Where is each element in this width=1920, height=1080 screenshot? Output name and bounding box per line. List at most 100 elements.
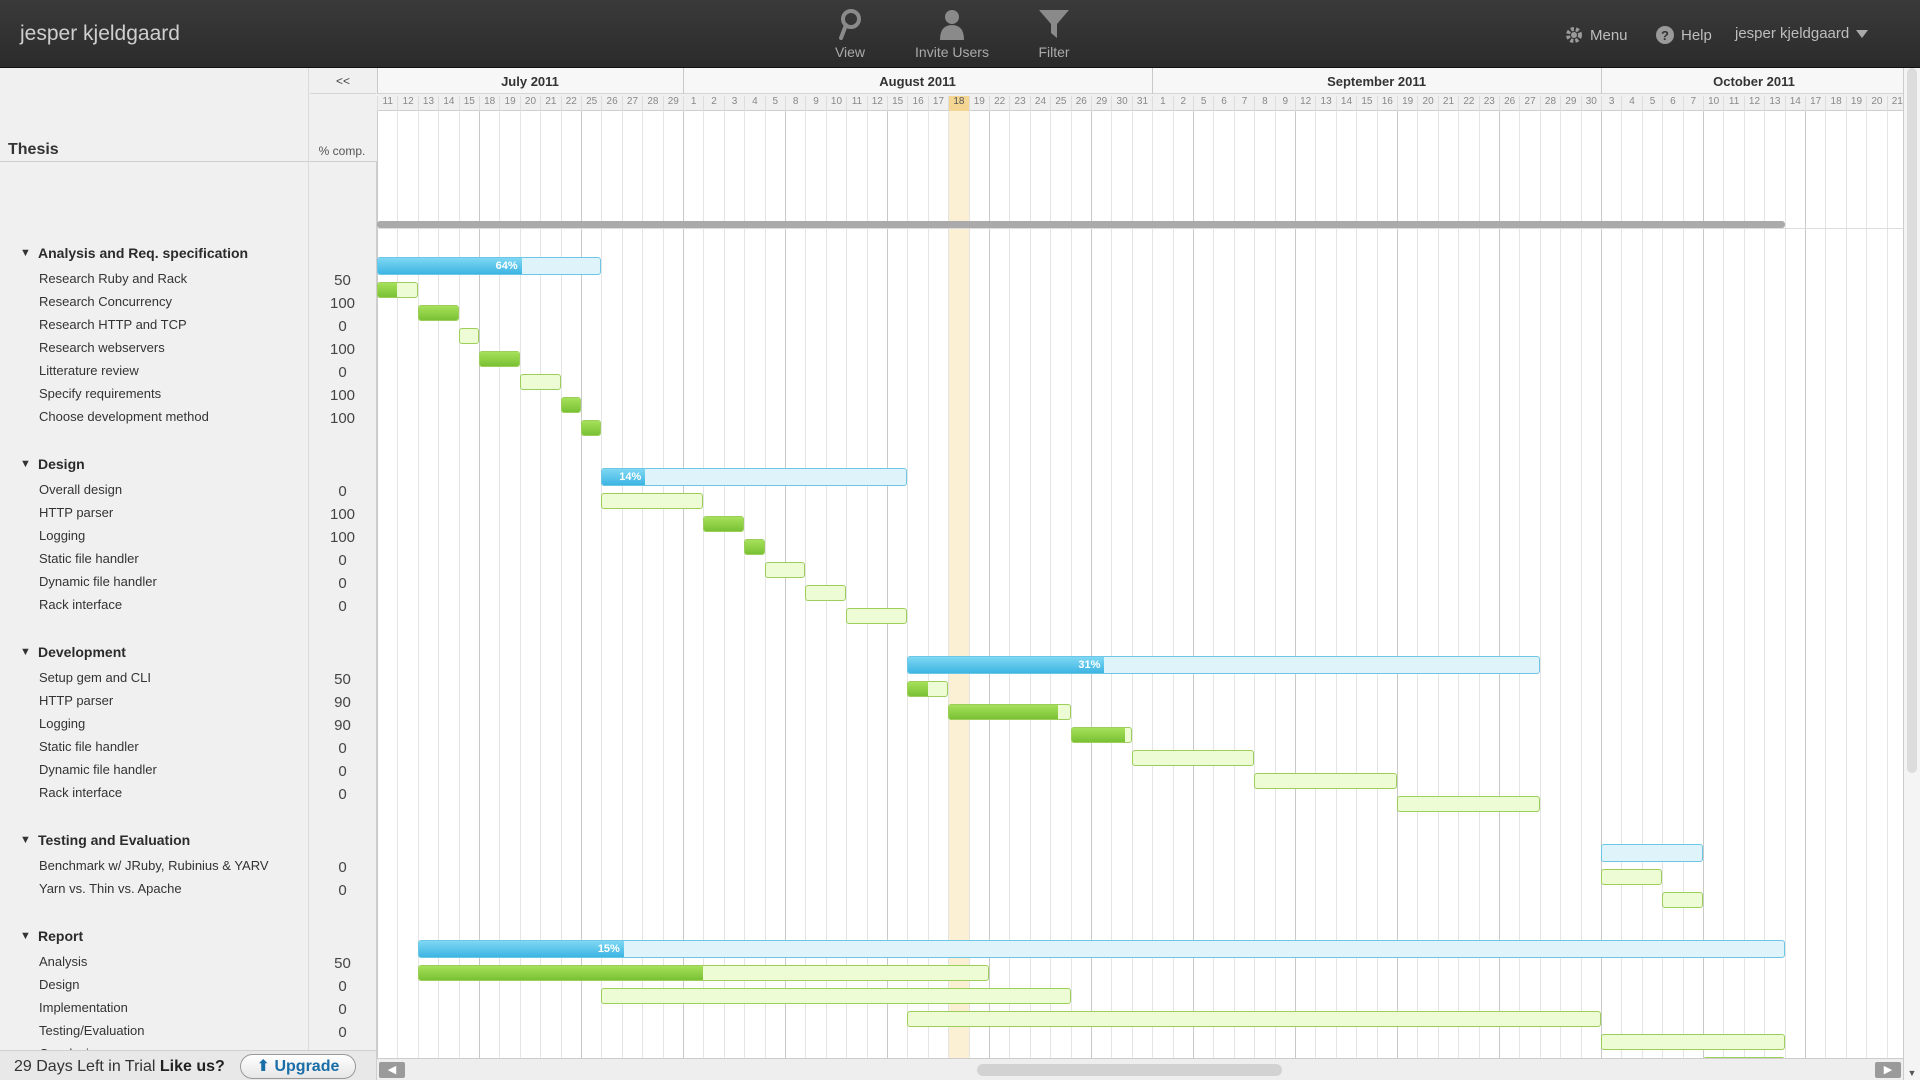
task-group-row[interactable]: ▼ Analysis and Req. specification — [0, 243, 376, 266]
menu-label: Menu — [1590, 26, 1628, 44]
day-label: 6 — [1213, 96, 1233, 111]
task-bar[interactable] — [744, 539, 765, 555]
task-row[interactable]: Analysis 50 — [0, 951, 376, 974]
task-row[interactable]: Dynamic file handler 0 — [0, 759, 376, 782]
upgrade-label: Upgrade — [274, 1058, 340, 1075]
task-bar[interactable] — [581, 420, 602, 436]
upgrade-button[interactable]: ⬆ Upgrade — [240, 1054, 356, 1079]
task-row[interactable]: Static file handler 0 — [0, 548, 376, 571]
filter-button[interactable]: Filter — [1004, 8, 1104, 60]
task-row[interactable]: Rack interface 0 — [0, 782, 376, 805]
task-row[interactable]: Choose development method 100 — [0, 406, 376, 429]
task-bar[interactable] — [805, 585, 847, 601]
task-row[interactable]: Design 0 — [0, 974, 376, 997]
grid-line — [601, 111, 603, 1080]
task-bar[interactable] — [377, 282, 418, 298]
task-row[interactable]: Static file handler 0 — [0, 736, 376, 759]
day-label: 19 — [968, 96, 989, 111]
task-bar[interactable] — [1397, 796, 1540, 812]
day-label: 18 — [948, 96, 969, 111]
task-bar[interactable] — [417, 965, 989, 981]
grid-line — [703, 111, 705, 1080]
task-bar[interactable] — [846, 608, 908, 624]
group-summary-bar[interactable] — [1601, 844, 1703, 862]
task-bar[interactable] — [601, 988, 1071, 1004]
task-bar[interactable] — [907, 1011, 1601, 1027]
task-name: Analysis — [39, 954, 88, 969]
task-row[interactable]: Specify requirements 100 — [0, 383, 376, 406]
view-button[interactable]: View — [800, 8, 900, 60]
task-name: Research webservers — [39, 340, 165, 355]
task-row[interactable]: Research Concurrency 100 — [0, 291, 376, 314]
collapse-triangle-icon[interactable]: ▼ — [20, 834, 31, 846]
task-bar[interactable] — [1601, 869, 1663, 885]
task-row[interactable]: Testing/Evaluation 0 — [0, 1020, 376, 1043]
group-summary-bar[interactable]: 15% — [417, 940, 1785, 958]
task-name: Research Ruby and Rack — [39, 271, 188, 286]
collapse-triangle-icon[interactable]: ▼ — [20, 646, 31, 658]
task-group-row[interactable]: ▼ Design — [0, 454, 376, 477]
day-label: 4 — [744, 96, 764, 111]
task-bar[interactable] — [1254, 773, 1397, 789]
chevron-down-icon — [1856, 29, 1869, 38]
task-bar[interactable] — [458, 328, 479, 344]
task-row[interactable]: Litterature review 0 — [0, 360, 376, 383]
task-bar[interactable] — [1070, 727, 1132, 743]
task-row[interactable]: Research Ruby and Rack 50 — [0, 268, 376, 291]
vertical-scrollbar[interactable]: ▲ ▼ — [1903, 68, 1920, 1080]
group-summary-bar[interactable]: 64% — [377, 257, 602, 275]
task-row[interactable]: Rack interface 0 — [0, 594, 376, 617]
task-row[interactable]: Yarn vs. Thin vs. Apache 0 — [0, 878, 376, 901]
collapse-button[interactable]: << — [310, 68, 376, 94]
task-row[interactable]: Setup gem and CLI 50 — [0, 667, 376, 690]
task-bar[interactable] — [519, 374, 561, 390]
collapse-triangle-icon[interactable]: ▼ — [20, 247, 31, 259]
task-bar[interactable] — [417, 305, 459, 321]
menu-button[interactable]: Menu — [1564, 25, 1628, 45]
task-bar[interactable] — [479, 351, 520, 367]
group-summary-bar[interactable]: 31% — [907, 656, 1540, 674]
scroll-down-arrow-icon[interactable]: ▼ — [1906, 1068, 1918, 1078]
task-bar[interactable] — [907, 681, 949, 697]
task-group-row[interactable]: ▼ Testing and Evaluation — [0, 830, 376, 853]
task-row[interactable]: Research HTTP and TCP 0 — [0, 314, 376, 337]
task-bar[interactable] — [764, 562, 806, 578]
collapse-triangle-icon[interactable]: ▼ — [20, 930, 31, 942]
task-row[interactable]: Implementation 0 — [0, 997, 376, 1020]
user-menu[interactable]: jesper kjeldgaard — [1735, 25, 1869, 42]
task-row[interactable]: HTTP parser 90 — [0, 690, 376, 713]
collapse-triangle-icon[interactable]: ▼ — [20, 458, 31, 470]
task-bar[interactable] — [948, 704, 1071, 720]
task-row[interactable]: Research webservers 100 — [0, 337, 376, 360]
task-bar[interactable] — [1662, 892, 1703, 908]
vertical-scroll-thumb[interactable] — [1907, 68, 1917, 773]
task-row[interactable]: Logging 100 — [0, 525, 376, 548]
task-row[interactable]: Overall design 0 — [0, 479, 376, 502]
task-bar[interactable] — [1601, 1034, 1785, 1050]
day-label: 23 — [1009, 96, 1029, 111]
invite-users-button[interactable]: Invite Users — [902, 8, 1002, 60]
day-label: 10 — [1703, 96, 1723, 111]
task-name: HTTP parser — [39, 693, 114, 708]
task-group-row[interactable]: ▼ Development — [0, 642, 376, 665]
scroll-right-arrow-icon[interactable]: ▶ — [1875, 1062, 1901, 1078]
task-bar[interactable] — [703, 516, 745, 532]
grid-line — [744, 111, 746, 1080]
task-progress-fill — [949, 705, 1058, 719]
task-row[interactable]: Logging 90 — [0, 713, 376, 736]
task-group-row[interactable]: ▼ Report — [0, 926, 376, 949]
horizontal-scroll-thumb[interactable] — [977, 1064, 1282, 1076]
task-bar[interactable] — [1131, 750, 1255, 766]
day-label: 6 — [1662, 96, 1682, 111]
horizontal-scrollbar[interactable]: ◀ ▶ — [377, 1058, 1903, 1080]
grid-line — [1009, 111, 1011, 1080]
scroll-left-arrow-icon[interactable]: ◀ — [379, 1062, 405, 1078]
grid-line — [621, 111, 623, 1080]
help-button[interactable]: ? Help — [1655, 25, 1712, 45]
task-row[interactable]: Dynamic file handler 0 — [0, 571, 376, 594]
task-bar[interactable] — [560, 397, 581, 413]
group-summary-bar[interactable]: 14% — [601, 468, 908, 486]
task-row[interactable]: HTTP parser 100 — [0, 502, 376, 525]
task-bar[interactable] — [601, 493, 704, 509]
task-row[interactable]: Benchmark w/ JRuby, Rubinius & YARV 0 — [0, 855, 376, 878]
